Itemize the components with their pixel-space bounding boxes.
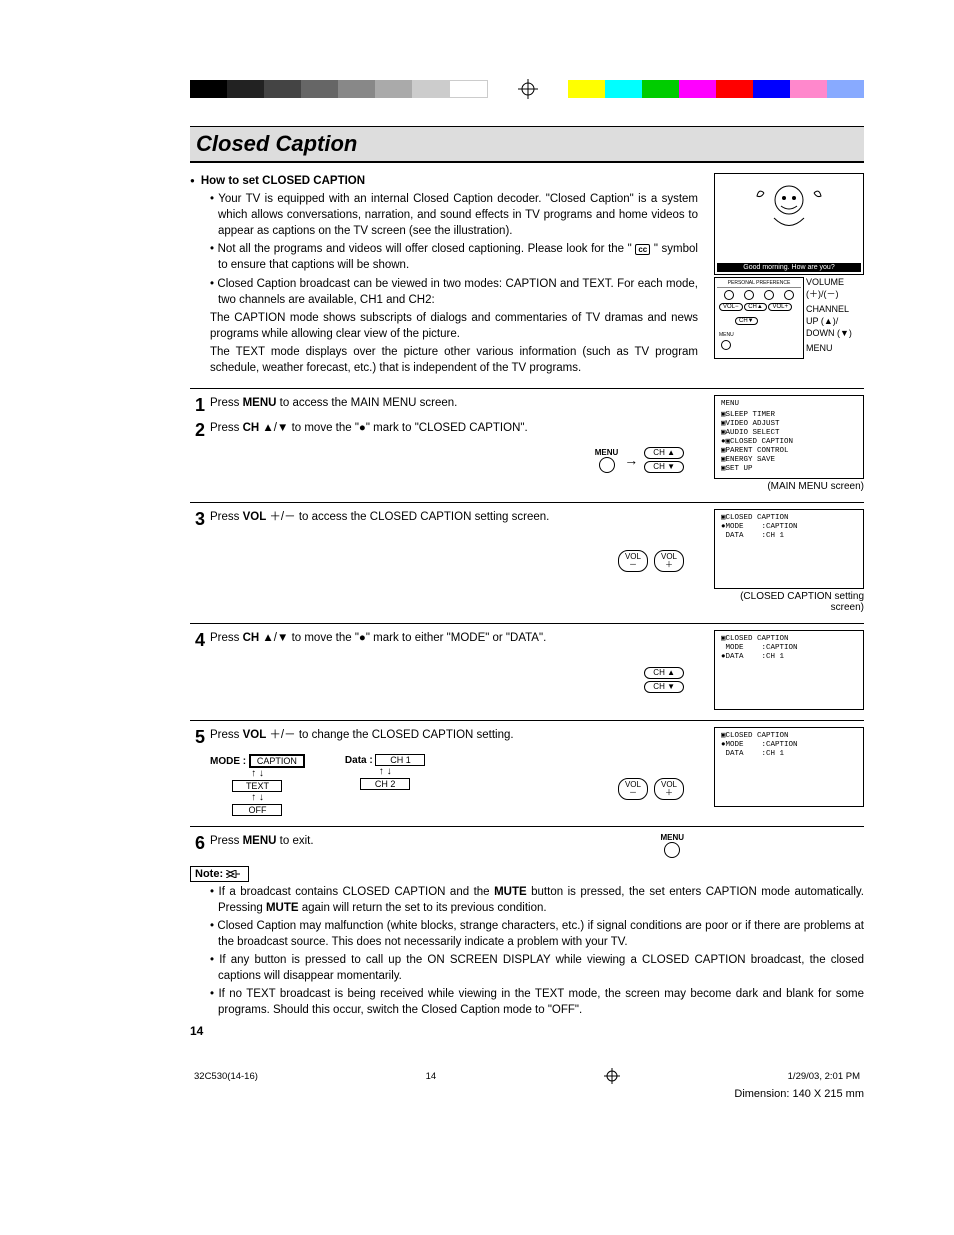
step-2-text: Press CH ▲/▼ to move the "●" mark to "CL… bbox=[210, 420, 714, 441]
remote-labels: VOLUME (＋)/(－) CHANNEL UP (▲)/ DOWN (▼) … bbox=[806, 277, 864, 359]
print-color-bars bbox=[190, 80, 864, 98]
remote-illustration: PERSONAL PREFERENCE VOL− CH▲ VOL+ CH▼ bbox=[714, 277, 804, 359]
footer: 32C530(14-16) 14 1/29/03, 2:01 PM bbox=[190, 1068, 864, 1084]
footer-dimension: Dimension: 140 X 215 mm bbox=[190, 1088, 864, 1100]
footer-timestamp: 1/29/03, 2:01 PM bbox=[788, 1071, 860, 1082]
note-label: Note: bbox=[190, 866, 249, 882]
intro-bullet-2: Not all the programs and videos will off… bbox=[198, 241, 698, 273]
step-5-buttons: VOL － VOL ＋ bbox=[618, 778, 714, 800]
vol-minus-button-5: VOL － bbox=[618, 778, 648, 800]
vol-plus-button: VOL ＋ bbox=[654, 550, 684, 572]
step-6-number: 6 bbox=[190, 833, 210, 854]
step-3-buttons: VOL － VOL ＋ bbox=[190, 550, 714, 572]
footer-page: 14 bbox=[426, 1071, 437, 1082]
ch-up-button-4: CH ▲ bbox=[644, 667, 684, 679]
intro-heading: How to set CLOSED CAPTION bbox=[190, 173, 698, 189]
step-4-buttons: CH ▲ CH ▼ bbox=[190, 667, 714, 693]
mode-data-diagram: MODE : CAPTION ↑ ↓ TEXT ↑ ↓ OFF Data : C… bbox=[210, 754, 425, 816]
cc-symbol-icon: cc bbox=[635, 244, 650, 255]
step-2-buttons: MENU → CH ▲ CH ▼ bbox=[190, 447, 714, 473]
ch-down-button-4: CH ▼ bbox=[644, 681, 684, 693]
main-menu-screen: MENU ▣SLEEP TIMER ▣VIDEO ADJUST ▣AUDIO S… bbox=[714, 395, 864, 479]
cc-setting-screen-3: ▣CLOSED CAPTION ●MODE :CAPTION DATA :CH … bbox=[714, 727, 864, 807]
section-title: Closed Caption bbox=[196, 131, 858, 157]
step-5-text: Press VOL ＋/－ to change the CLOSED CAPTI… bbox=[210, 727, 714, 748]
tv-illustration: Good morning. How are you? bbox=[714, 173, 864, 275]
step-4-number: 4 bbox=[190, 630, 210, 651]
cc-setting-screen: ▣CLOSED CAPTION ●MODE :CAPTION DATA :CH … bbox=[714, 509, 864, 589]
intro-bullet-3: Closed Caption broadcast can be viewed i… bbox=[198, 276, 698, 308]
step-1-number: 1 bbox=[190, 395, 210, 416]
cc-setting-screen-2: ▣CLOSED CAPTION MODE :CAPTION ●DATA :CH … bbox=[714, 630, 864, 710]
step-1-text: Press MENU to access the MAIN MENU scree… bbox=[210, 395, 714, 416]
step-6-text: Press MENU to exit. bbox=[210, 833, 660, 849]
step-4-text: Press CH ▲/▼ to move the "●" mark to eit… bbox=[210, 630, 714, 651]
intro-para-1: The CAPTION mode shows subscripts of dia… bbox=[190, 310, 698, 342]
menu-button-icon-6 bbox=[664, 842, 680, 858]
illustration-caption: Good morning. How are you? bbox=[717, 263, 861, 272]
step-3-text: Press VOL ＋/－ to access the CLOSED CAPTI… bbox=[210, 509, 714, 530]
section-title-bar: Closed Caption bbox=[190, 126, 864, 163]
menu-button-icon bbox=[599, 457, 615, 473]
intro-bullet-1: Your TV is equipped with an internal Clo… bbox=[198, 191, 698, 239]
step-2-number: 2 bbox=[190, 420, 210, 441]
main-menu-label: (MAIN MENU screen) bbox=[714, 481, 864, 492]
step-5-number: 5 bbox=[190, 727, 210, 748]
notes-list: If a broadcast contains CLOSED CAPTION a… bbox=[190, 885, 864, 1018]
cc-setting-label: (CLOSED CAPTION setting screen) bbox=[714, 591, 864, 613]
vol-minus-button: VOL － bbox=[618, 550, 648, 572]
intro-para-2: The TEXT mode displays over the picture … bbox=[190, 344, 698, 376]
ch-up-button: CH ▲ bbox=[644, 447, 684, 459]
registration-mark-icon bbox=[604, 1068, 620, 1084]
vol-plus-button-5: VOL ＋ bbox=[654, 778, 684, 800]
step-3-number: 3 bbox=[190, 509, 210, 530]
page-number: 14 bbox=[190, 1024, 864, 1038]
footer-file: 32C530(14-16) bbox=[194, 1071, 258, 1082]
ch-down-button: CH ▼ bbox=[644, 461, 684, 473]
